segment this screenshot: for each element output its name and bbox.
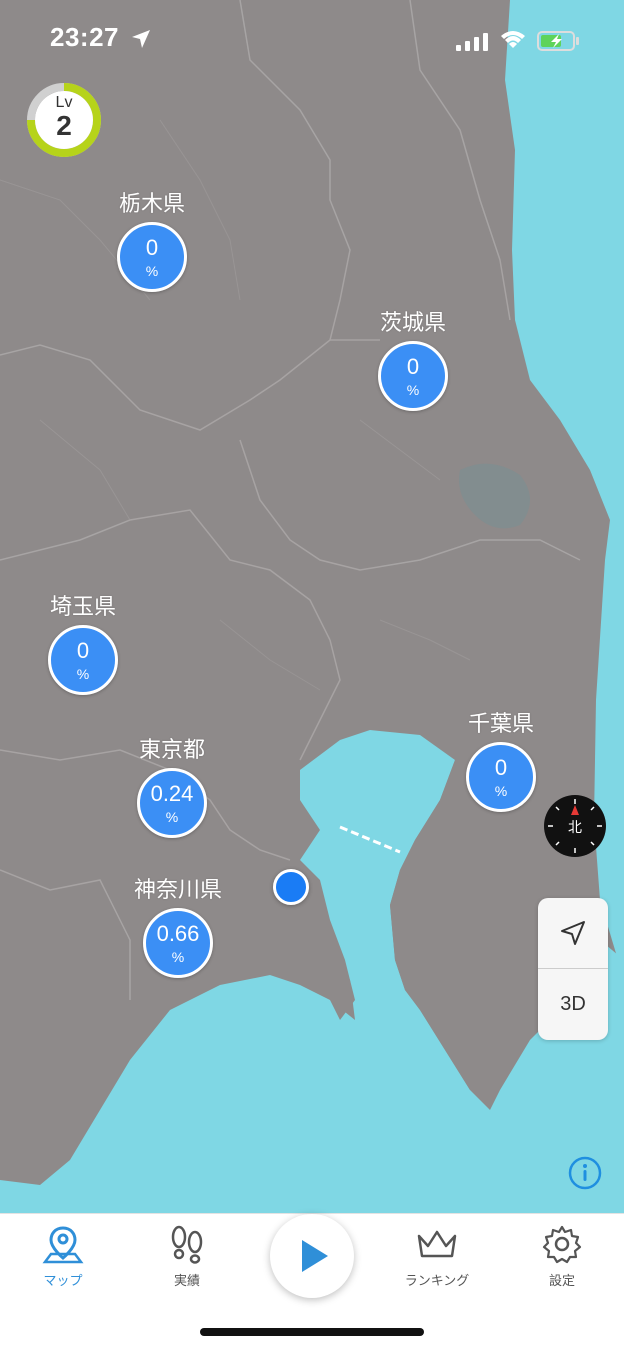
level-badge[interactable]: Lv 2 xyxy=(24,80,104,160)
recenter-button[interactable] xyxy=(538,898,608,968)
level-value: 2 xyxy=(56,110,72,141)
tab-ranking[interactable]: ランキング xyxy=(392,1224,482,1289)
prefecture-name: 神奈川県 xyxy=(133,878,222,903)
percent-unit: % xyxy=(165,809,179,825)
tab-settings[interactable]: 設定 xyxy=(517,1224,607,1289)
prefecture-name: 茨城県 xyxy=(379,311,446,336)
location-arrow-icon xyxy=(132,30,150,48)
prefecture-name: 東京都 xyxy=(138,738,205,763)
progress-percent: 0.66 xyxy=(156,921,200,946)
progress-bubble: 0 % xyxy=(117,222,187,292)
map-controls: 3D xyxy=(538,898,608,1040)
home-indicator[interactable] xyxy=(200,1328,424,1336)
tab-label: 実績 xyxy=(173,1274,200,1289)
progress-bubble: 0 % xyxy=(48,625,118,695)
tab-map[interactable]: マップ xyxy=(18,1224,108,1289)
prefecture-name: 千葉県 xyxy=(467,712,534,737)
progress-bubble: 0.66 % xyxy=(143,908,213,978)
progress-bubble: 0 % xyxy=(466,742,536,812)
progress-bubble: 0.24 % xyxy=(137,768,207,838)
play-icon xyxy=(302,1240,328,1272)
progress-percent: 0 xyxy=(406,354,420,379)
status-bar: 23:27 xyxy=(0,0,624,80)
tab-label: マップ xyxy=(43,1274,83,1289)
compass-north-label: 北 xyxy=(568,820,582,836)
gear-icon xyxy=(542,1225,582,1264)
wifi-icon xyxy=(501,31,525,48)
percent-unit: % xyxy=(145,263,159,279)
progress-bubble: 0 % xyxy=(378,341,448,411)
percent-unit: % xyxy=(171,949,185,965)
tab-label: ランキング xyxy=(404,1274,470,1289)
progress-percent: 0 xyxy=(76,638,90,663)
prefecture-marker-ibaraki[interactable]: 茨城県 0 % xyxy=(343,305,483,411)
toggle-3d-button[interactable]: 3D xyxy=(538,969,608,1039)
tab-label: 設定 xyxy=(548,1274,575,1289)
percent-unit: % xyxy=(494,783,508,799)
status-time: 23:27 xyxy=(50,22,119,52)
play-button[interactable] xyxy=(270,1214,354,1298)
progress-percent: 0 xyxy=(494,755,508,780)
percent-unit: % xyxy=(76,666,90,682)
progress-percent: 0 xyxy=(145,235,159,260)
percent-unit: % xyxy=(406,382,420,398)
current-location-dot xyxy=(273,869,309,905)
crown-icon xyxy=(417,1230,457,1258)
tab-achievements[interactable]: 実績 xyxy=(142,1224,232,1289)
navigation-arrow-icon xyxy=(561,921,585,945)
prefecture-name: 埼玉県 xyxy=(49,595,116,620)
compass-button[interactable]: 北 xyxy=(544,795,606,857)
prefecture-name: 栃木県 xyxy=(118,192,185,217)
footprints-icon xyxy=(171,1225,203,1264)
map-pin-icon xyxy=(42,1226,84,1264)
prefecture-marker-tokyo[interactable]: 東京都 0.24 % xyxy=(102,732,242,838)
cellular-signal-icon xyxy=(456,33,488,51)
prefecture-marker-kanagawa[interactable]: 神奈川県 0.66 % xyxy=(108,872,248,978)
progress-percent: 0.24 xyxy=(150,781,194,806)
prefecture-marker-tochigi[interactable]: 栃木県 0 % xyxy=(82,186,222,292)
info-icon[interactable] xyxy=(568,1156,602,1190)
battery-charging-icon xyxy=(537,31,579,51)
prefecture-marker-saitama[interactable]: 埼玉県 0 % xyxy=(13,589,153,695)
